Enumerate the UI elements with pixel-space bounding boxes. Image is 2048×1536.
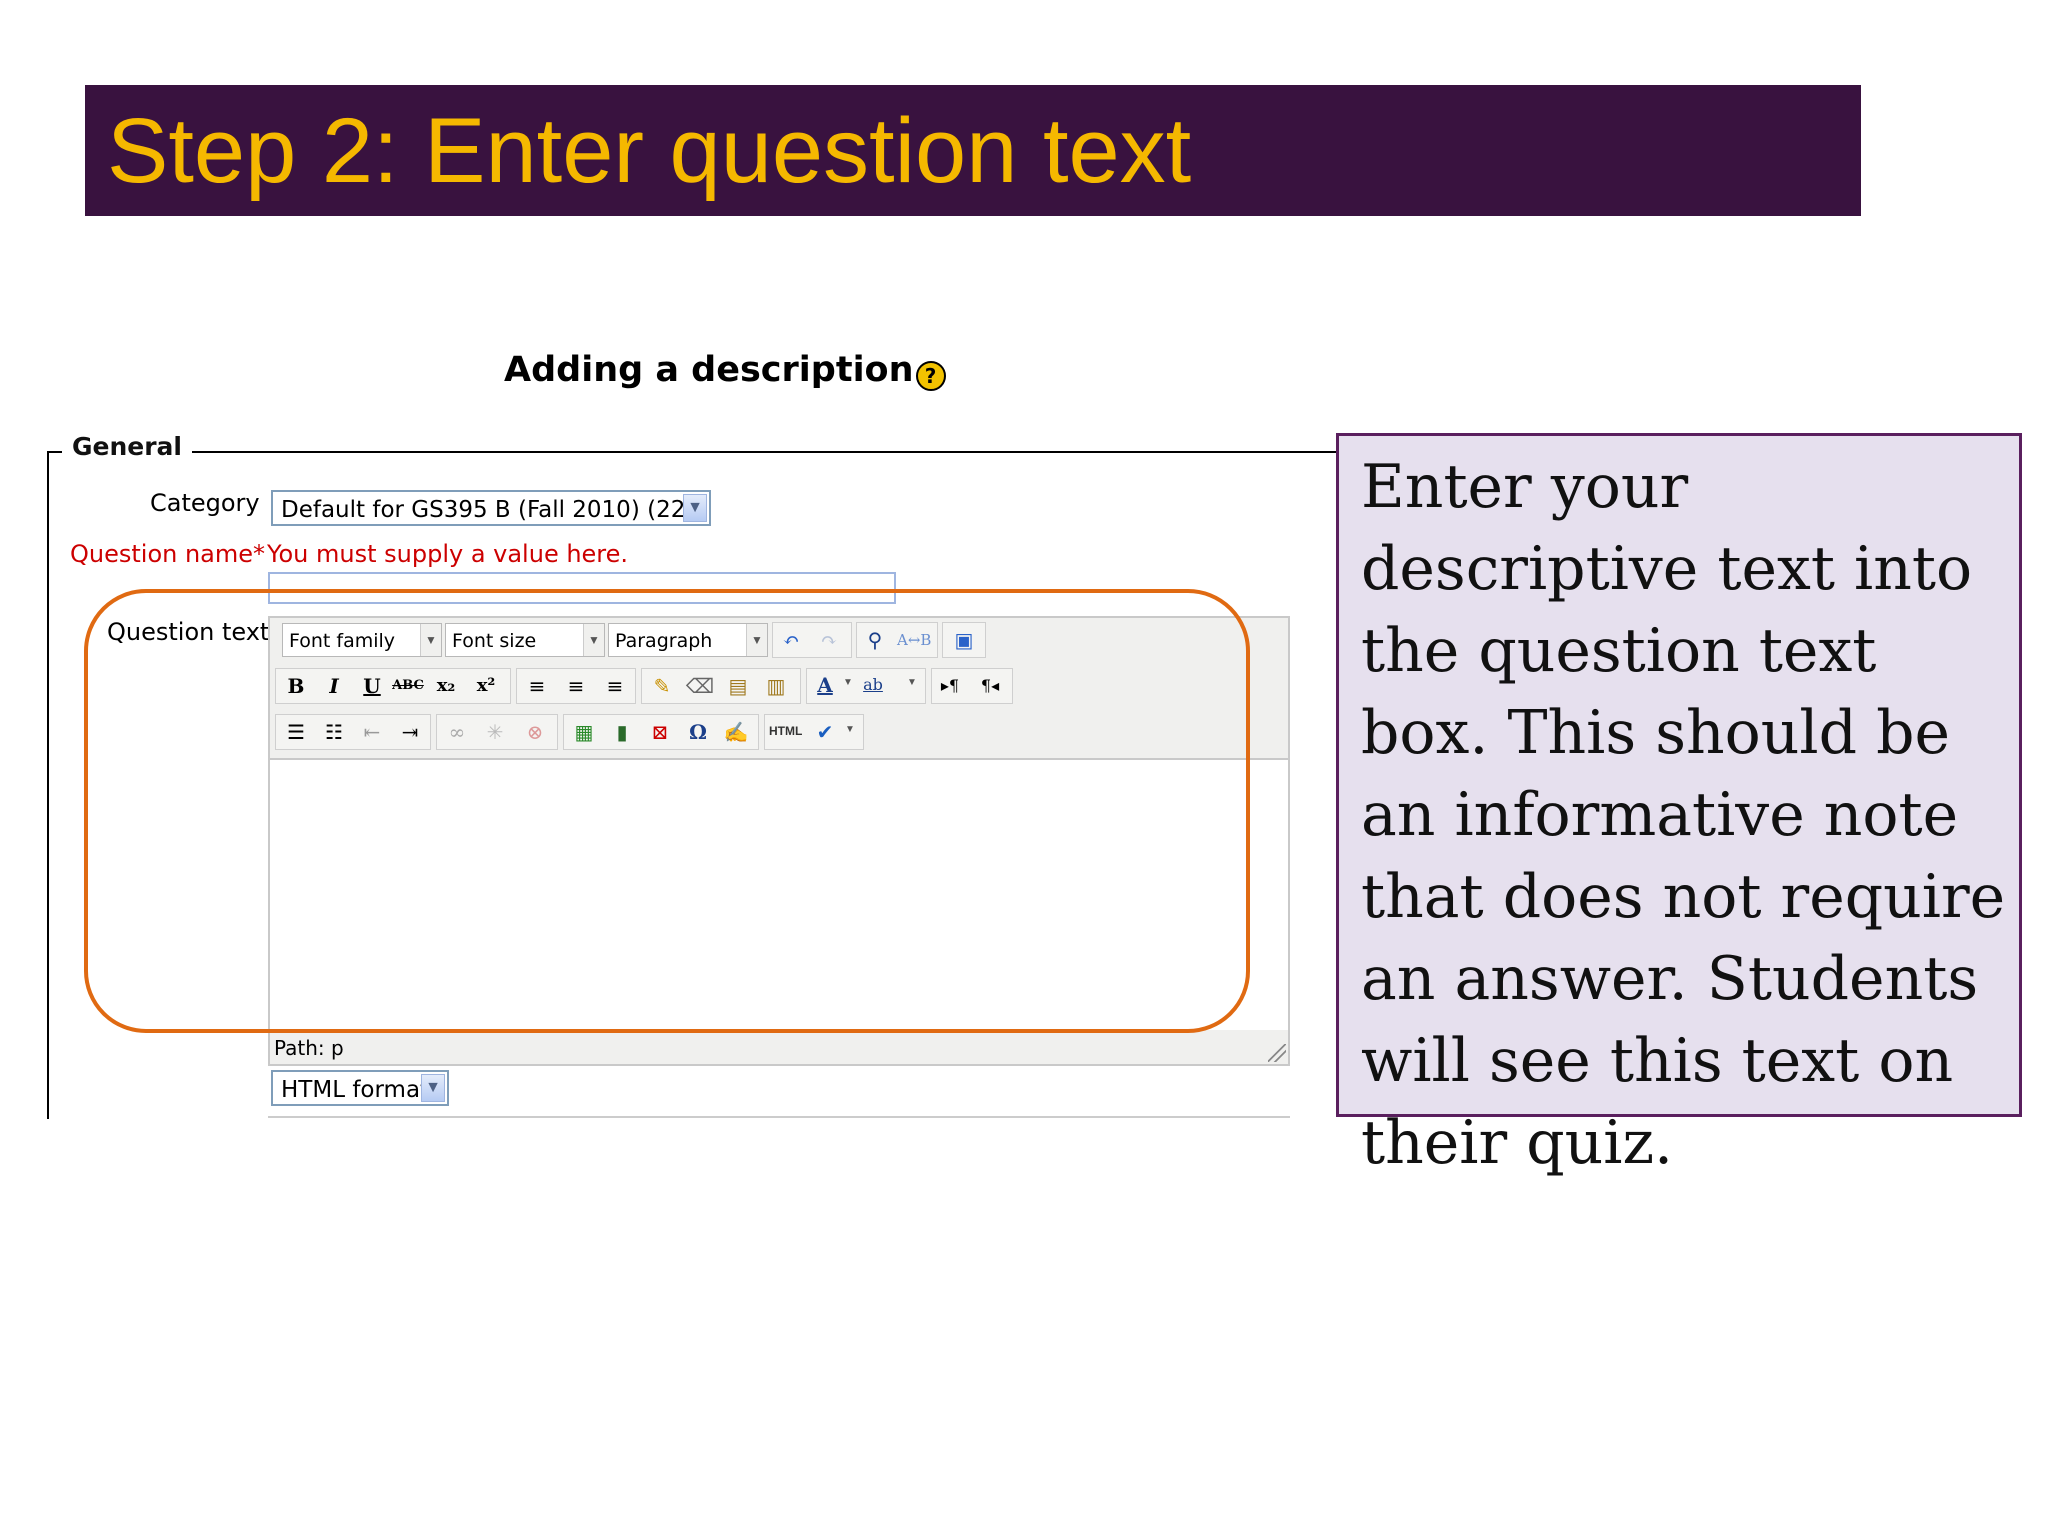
category-select[interactable]: Default for GS395 B (Fall 2010) (22) ▼ bbox=[271, 490, 711, 526]
divider bbox=[268, 1116, 1290, 1118]
chevron-down-icon[interactable]: ▼ bbox=[421, 1074, 445, 1102]
fieldset-border-top bbox=[48, 451, 1338, 453]
help-icon[interactable]: ? bbox=[915, 361, 946, 391]
fieldset-border-left bbox=[47, 451, 49, 1119]
page-heading-text: Adding a description bbox=[504, 350, 914, 390]
slide-title: Step 2: Enter question text bbox=[107, 100, 1192, 202]
title-banner: Step 2: Enter question text bbox=[85, 85, 1861, 216]
category-label: Category bbox=[150, 489, 260, 517]
highlight-outline bbox=[84, 589, 1250, 1033]
chevron-down-icon[interactable]: ▼ bbox=[683, 494, 707, 522]
question-name-label: Question name* bbox=[70, 540, 266, 568]
category-value: Default for GS395 B (Fall 2010) (22) bbox=[281, 497, 695, 523]
question-name-error: You must supply a value here. bbox=[267, 540, 629, 568]
instruction-callout: Enter your descriptive text into the que… bbox=[1336, 433, 2022, 1178]
editor-path: Path: p bbox=[274, 1036, 344, 1060]
page-heading: Adding a description? bbox=[504, 350, 946, 391]
fieldset-legend[interactable]: General bbox=[62, 432, 192, 461]
resize-grip-icon[interactable] bbox=[1268, 1044, 1286, 1062]
format-select[interactable]: HTML format ▼ bbox=[271, 1070, 449, 1106]
format-value: HTML format bbox=[281, 1077, 430, 1103]
callout-text: Enter your descriptive text into the que… bbox=[1361, 452, 2006, 1178]
